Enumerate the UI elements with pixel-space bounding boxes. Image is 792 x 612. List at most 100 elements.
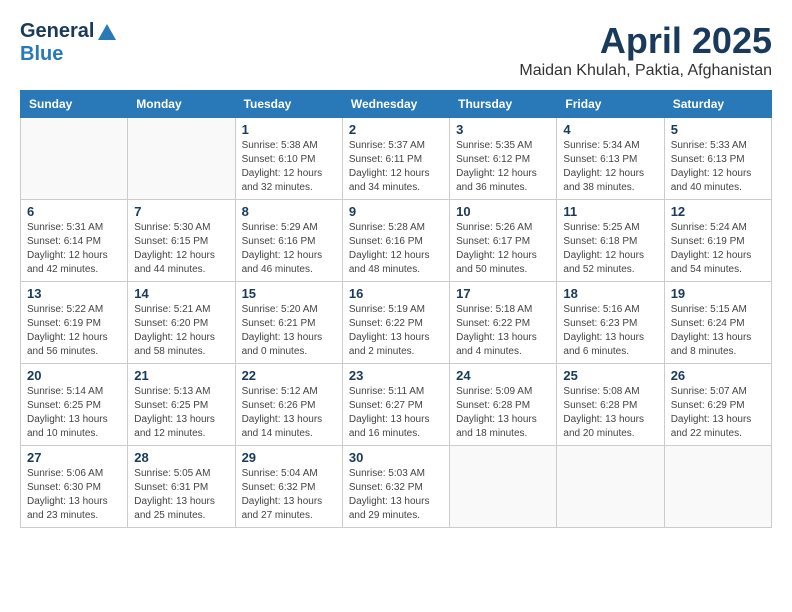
- day-number: 12: [671, 204, 765, 219]
- weekday-header: Wednesday: [342, 91, 449, 118]
- calendar-cell: [21, 118, 128, 200]
- day-number: 27: [27, 450, 121, 465]
- calendar-table: SundayMondayTuesdayWednesdayThursdayFrid…: [20, 90, 772, 528]
- calendar-row: 27 Sunrise: 5:06 AM Sunset: 6:30 PM Dayli…: [21, 446, 772, 528]
- day-detail: Sunrise: 5:31 AM Sunset: 6:14 PM Dayligh…: [27, 221, 121, 277]
- day-number: 8: [242, 204, 336, 219]
- weekday-header: Friday: [557, 91, 664, 118]
- day-number: 30: [349, 450, 443, 465]
- weekday-header: Tuesday: [235, 91, 342, 118]
- calendar-cell: 3Sunrise: 5:35 AM Sunset: 6:12 PM Daylig…: [450, 118, 557, 200]
- calendar-cell: 25Sunrise: 5:08 AM Sunset: 6:28 PM Dayli…: [557, 364, 664, 446]
- day-number: 10: [456, 204, 550, 219]
- day-number: 11: [563, 204, 657, 219]
- calendar-cell: 20Sunrise: 5:14 AM Sunset: 6:25 PM Dayli…: [21, 364, 128, 446]
- day-detail: Sunrise: 5:25 AM Sunset: 6:18 PM Dayligh…: [563, 221, 657, 277]
- calendar-cell: 28Sunrise: 5:05 AM Sunset: 6:31 PM Dayli…: [128, 446, 235, 528]
- day-number: 9: [349, 204, 443, 219]
- day-detail: Sunrise: 5:37 AM Sunset: 6:11 PM Dayligh…: [349, 139, 443, 195]
- calendar-cell: 26 Sunrise: 5:07 AM Sunset: 6:29 PM Dayli…: [664, 364, 771, 446]
- calendar-cell: 2Sunrise: 5:37 AM Sunset: 6:11 PM Daylig…: [342, 118, 449, 200]
- day-detail: Sunrise: 5:28 AM Sunset: 6:16 PM Dayligh…: [349, 221, 443, 277]
- day-detail: Sunrise: 5:03 AM Sunset: 6:32 PM Dayligh…: [349, 467, 443, 523]
- day-detail: Sunrise: 5:15 AM Sunset: 6:24 PM Dayligh…: [671, 303, 765, 359]
- day-number: 23: [349, 368, 443, 383]
- day-detail: Sunrise: 5:24 AM Sunset: 6:19 PM Dayligh…: [671, 221, 765, 277]
- calendar-cell: 14 Sunrise: 5:21 AM Sunset: 6:20 PM Dayli…: [128, 282, 235, 364]
- calendar-cell: 10Sunrise: 5:26 AM Sunset: 6:17 PM Dayli…: [450, 200, 557, 282]
- logo-general: General: [20, 20, 94, 43]
- day-detail: Sunrise: 5:34 AM Sunset: 6:13 PM Dayligh…: [563, 139, 657, 195]
- calendar-row: 6 Sunrise: 5:31 AM Sunset: 6:14 PM Daylig…: [21, 200, 772, 282]
- day-number: 26: [671, 368, 765, 383]
- day-detail: Sunrise: 5:06 AM Sunset: 6:30 PM Dayligh…: [27, 467, 121, 523]
- day-number: 13: [27, 286, 121, 301]
- calendar-row: 13 Sunrise: 5:22 AM Sunset: 6:19 PM Dayli…: [21, 282, 772, 364]
- day-detail: Sunrise: 5:04 AM Sunset: 6:32 PM Dayligh…: [242, 467, 336, 523]
- day-number: 22: [242, 368, 336, 383]
- calendar-cell: 18 Sunrise: 5:16 AM Sunset: 6:23 PM Dayli…: [557, 282, 664, 364]
- calendar-cell: 13 Sunrise: 5:22 AM Sunset: 6:19 PM Dayli…: [21, 282, 128, 364]
- day-number: 21: [134, 368, 228, 383]
- calendar-cell: 23Sunrise: 5:11 AM Sunset: 6:27 PM Dayli…: [342, 364, 449, 446]
- calendar-cell: 21 Sunrise: 5:13 AM Sunset: 6:25 PM Dayli…: [128, 364, 235, 446]
- day-number: 5: [671, 122, 765, 137]
- weekday-header: Saturday: [664, 91, 771, 118]
- day-number: 4: [563, 122, 657, 137]
- day-number: 15: [242, 286, 336, 301]
- logo-blue: Blue: [20, 43, 63, 65]
- calendar-cell: 12 Sunrise: 5:24 AM Sunset: 6:19 PM Dayli…: [664, 200, 771, 282]
- logo-icon: [96, 22, 118, 42]
- calendar-cell: 11 Sunrise: 5:25 AM Sunset: 6:18 PM Dayli…: [557, 200, 664, 282]
- calendar-cell: [664, 446, 771, 528]
- day-detail: Sunrise: 5:07 AM Sunset: 6:29 PM Dayligh…: [671, 385, 765, 441]
- day-detail: Sunrise: 5:09 AM Sunset: 6:28 PM Dayligh…: [456, 385, 550, 441]
- day-number: 25: [563, 368, 657, 383]
- day-detail: Sunrise: 5:35 AM Sunset: 6:12 PM Dayligh…: [456, 139, 550, 195]
- day-number: 16: [349, 286, 443, 301]
- month-title: April 2025: [519, 20, 772, 62]
- day-detail: Sunrise: 5:14 AM Sunset: 6:25 PM Dayligh…: [27, 385, 121, 441]
- day-detail: Sunrise: 5:22 AM Sunset: 6:19 PM Dayligh…: [27, 303, 121, 359]
- day-number: 17: [456, 286, 550, 301]
- calendar-cell: 6 Sunrise: 5:31 AM Sunset: 6:14 PM Daylig…: [21, 200, 128, 282]
- day-detail: Sunrise: 5:19 AM Sunset: 6:22 PM Dayligh…: [349, 303, 443, 359]
- calendar-cell: [557, 446, 664, 528]
- calendar-row: 1Sunrise: 5:38 AM Sunset: 6:10 PM Daylig…: [21, 118, 772, 200]
- day-detail: Sunrise: 5:16 AM Sunset: 6:23 PM Dayligh…: [563, 303, 657, 359]
- day-detail: Sunrise: 5:12 AM Sunset: 6:26 PM Dayligh…: [242, 385, 336, 441]
- day-detail: Sunrise: 5:33 AM Sunset: 6:13 PM Dayligh…: [671, 139, 765, 195]
- calendar-cell: 9 Sunrise: 5:28 AM Sunset: 6:16 PM Daylig…: [342, 200, 449, 282]
- day-number: 24: [456, 368, 550, 383]
- day-detail: Sunrise: 5:38 AM Sunset: 6:10 PM Dayligh…: [242, 139, 336, 195]
- day-number: 6: [27, 204, 121, 219]
- weekday-header: Sunday: [21, 91, 128, 118]
- calendar-cell: 5 Sunrise: 5:33 AM Sunset: 6:13 PM Daylig…: [664, 118, 771, 200]
- calendar-cell: 8 Sunrise: 5:29 AM Sunset: 6:16 PM Daylig…: [235, 200, 342, 282]
- day-detail: Sunrise: 5:13 AM Sunset: 6:25 PM Dayligh…: [134, 385, 228, 441]
- location-title: Maidan Khulah, Paktia, Afghanistan: [519, 62, 772, 80]
- day-number: 14: [134, 286, 228, 301]
- calendar-cell: 29 Sunrise: 5:04 AM Sunset: 6:32 PM Dayli…: [235, 446, 342, 528]
- day-detail: Sunrise: 5:29 AM Sunset: 6:16 PM Dayligh…: [242, 221, 336, 277]
- day-number: 19: [671, 286, 765, 301]
- calendar-header-row: SundayMondayTuesdayWednesdayThursdayFrid…: [21, 91, 772, 118]
- calendar-cell: 24 Sunrise: 5:09 AM Sunset: 6:28 PM Dayli…: [450, 364, 557, 446]
- logo: General Blue: [20, 20, 118, 66]
- calendar-cell: 22 Sunrise: 5:12 AM Sunset: 6:26 PM Dayli…: [235, 364, 342, 446]
- calendar-cell: 15 Sunrise: 5:20 AM Sunset: 6:21 PM Dayli…: [235, 282, 342, 364]
- day-detail: Sunrise: 5:20 AM Sunset: 6:21 PM Dayligh…: [242, 303, 336, 359]
- weekday-header: Monday: [128, 91, 235, 118]
- day-number: 29: [242, 450, 336, 465]
- calendar-cell: 27 Sunrise: 5:06 AM Sunset: 6:30 PM Dayli…: [21, 446, 128, 528]
- day-number: 18: [563, 286, 657, 301]
- calendar-cell: 30 Sunrise: 5:03 AM Sunset: 6:32 PM Dayli…: [342, 446, 449, 528]
- calendar-cell: [128, 118, 235, 200]
- calendar-cell: 4 Sunrise: 5:34 AM Sunset: 6:13 PM Daylig…: [557, 118, 664, 200]
- day-detail: Sunrise: 5:18 AM Sunset: 6:22 PM Dayligh…: [456, 303, 550, 359]
- day-detail: Sunrise: 5:21 AM Sunset: 6:20 PM Dayligh…: [134, 303, 228, 359]
- calendar-cell: 16 Sunrise: 5:19 AM Sunset: 6:22 PM Dayli…: [342, 282, 449, 364]
- day-detail: Sunrise: 5:05 AM Sunset: 6:31 PM Dayligh…: [134, 467, 228, 523]
- calendar-cell: 1Sunrise: 5:38 AM Sunset: 6:10 PM Daylig…: [235, 118, 342, 200]
- calendar-cell: [450, 446, 557, 528]
